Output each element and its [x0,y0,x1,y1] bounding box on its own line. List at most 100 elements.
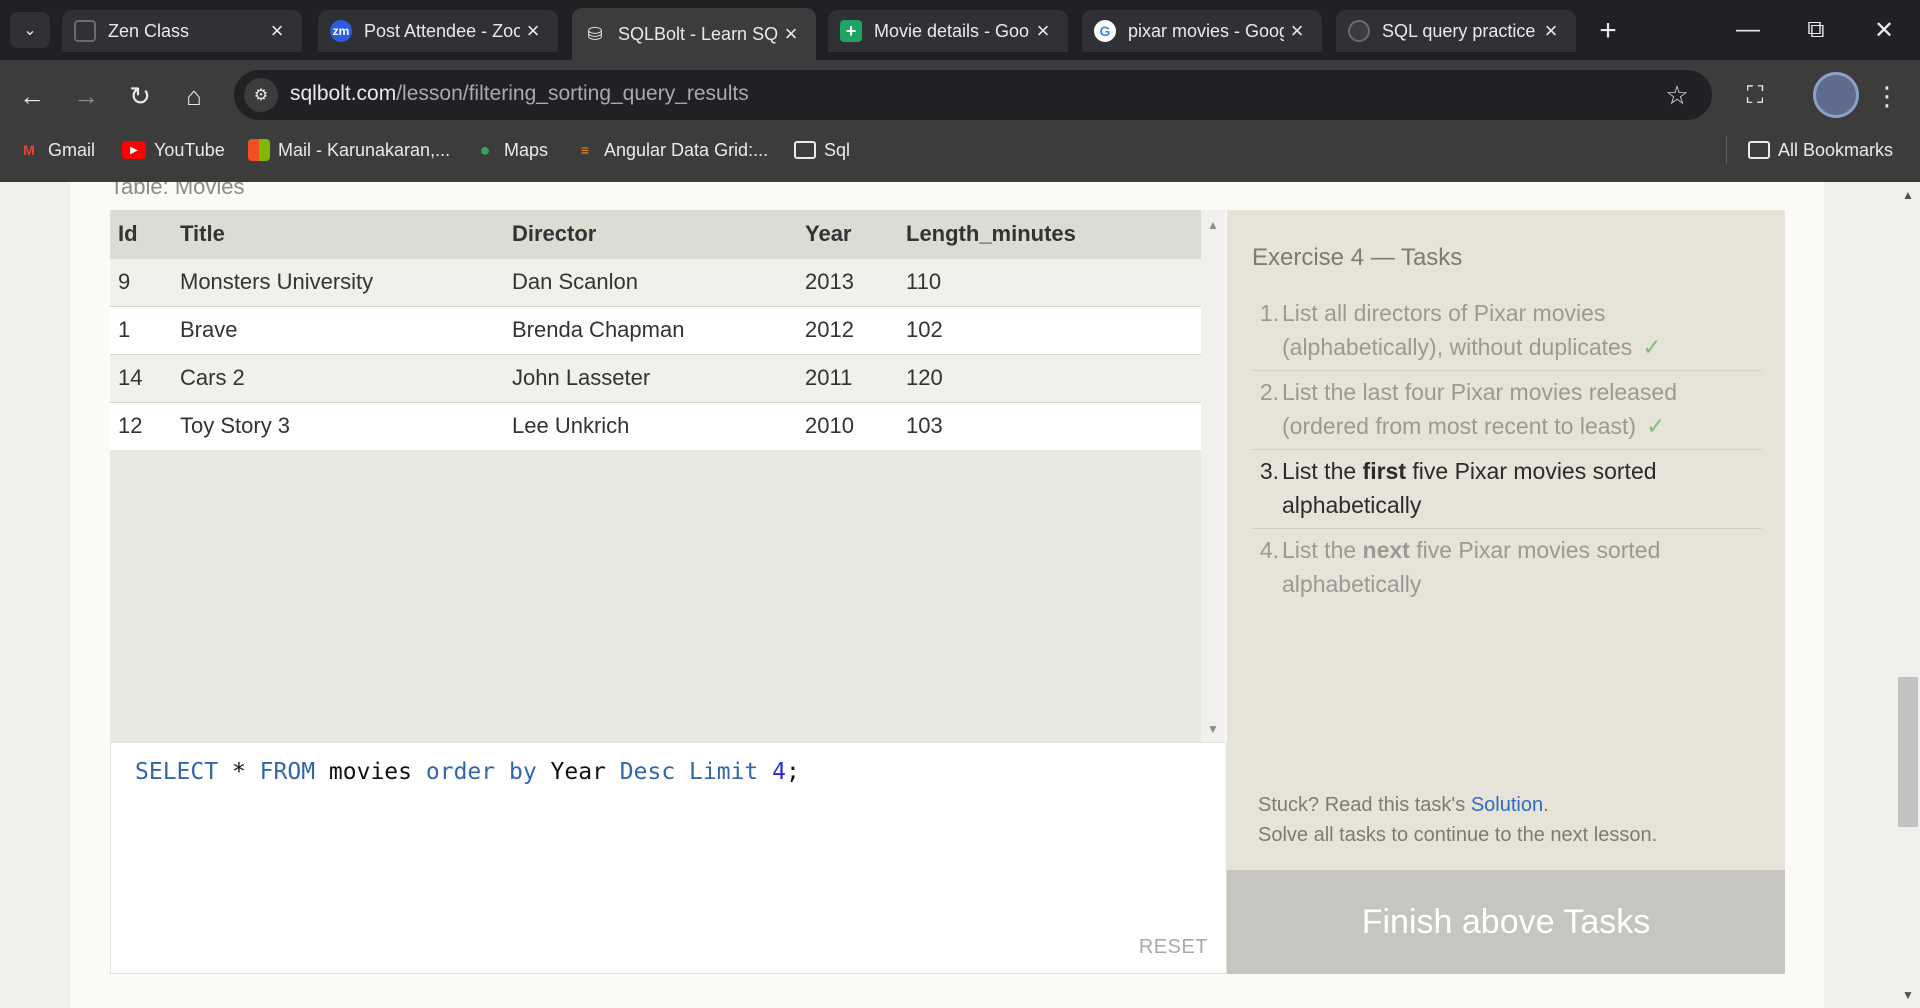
sql-keyword: Limit [689,759,759,785]
column-header: Length_minutes [898,210,1201,258]
task-text: List the first five Pixar movies sorted … [1282,454,1762,522]
solve-all-text: Solve all tasks to continue to the next … [1258,824,1658,846]
tab-sql-query-practice[interactable]: SQL query practice × [1336,10,1576,52]
table-row: 14 Cars 2 John Lasseter 2011 120 [110,353,1201,402]
sheets-icon: + [840,20,862,42]
tab-title: pixar movies - Google Search [1128,20,1284,41]
extensions-button[interactable]: ⛶ [1735,76,1775,116]
tab-zoom[interactable]: zm Post Attendee - Zoom × [318,10,558,52]
home-button[interactable]: ⌂ [174,76,214,116]
sql-number: 4 [772,759,787,785]
profile-avatar[interactable] [1813,72,1859,118]
bookmark-mail[interactable]: Mail - Karunakaran,... [248,136,450,164]
tab-title: Movie details - Google Sheets [874,20,1030,41]
sql-keyword: order [425,759,496,785]
tab-pixar-movies[interactable]: G pixar movies - Google Search × [1082,10,1322,52]
bookmarks-divider [1726,136,1727,164]
task-number: 3. [1259,458,1279,484]
page-scrollbar-thumb[interactable] [1898,677,1918,827]
reset-button[interactable]: RESET [1139,936,1208,959]
reload-button[interactable]: ↻ [120,76,160,116]
browser-menu-button[interactable]: ⋮ [1872,76,1902,116]
cell-length: 120 [898,353,1201,402]
database-icon: ⛁ [587,23,603,44]
task-text: List the last four Pixar movies released… [1282,375,1762,443]
task-list: 1. List all directors of Pixar movies (a… [1252,292,1762,607]
microsoft-icon [248,139,270,161]
maps-icon: ● [479,139,491,160]
column-header: Title [172,210,504,258]
task-label-emphasis: first [1362,458,1406,484]
bookmark-folder-sql[interactable]: Sql [794,136,850,164]
scroll-up-arrow-icon[interactable]: ▲ [1900,188,1916,202]
checkmark-icon: ✓ [1646,413,1666,439]
close-icon[interactable]: × [520,18,546,44]
more-vert-icon: ⋮ [1874,81,1900,111]
close-window-button[interactable]: ✕ [1850,0,1918,60]
table-row: 12 Toy Story 3 Lee Unkrich 2010 103 [110,401,1201,450]
sql-keyword: SELECT [135,759,219,785]
forward-button[interactable]: → [66,76,106,116]
solution-link[interactable]: Solution [1471,794,1543,816]
scroll-down-arrow-icon[interactable]: ▼ [1206,722,1220,736]
site-info-button[interactable]: ⚙ [244,78,278,112]
home-icon: ⌂ [186,80,202,111]
sql-editor[interactable]: SELECT * FROM movies order by Year Desc … [110,742,1227,974]
tab-search-button[interactable]: ⌄ [10,12,50,48]
bookmark-label: YouTube [154,139,225,160]
back-button[interactable]: ← [12,76,52,116]
tab-title: Zen Class [108,20,190,41]
finish-tasks-button[interactable]: Finish above Tasks [1227,870,1785,974]
tab-title: SQL query practice [1382,20,1536,41]
tab-zen-class[interactable]: Zen Class × [62,10,302,52]
scroll-down-arrow-icon[interactable]: ▼ [1900,988,1916,1002]
ag-grid-icon: ≡ [580,142,590,158]
bookmark-maps[interactable]: ● Maps [474,136,548,164]
task-item-3: 3. List the first five Pixar movies sort… [1252,450,1762,529]
close-icon[interactable]: × [1538,18,1564,44]
table-header-row: Id Title Director Year Length_minutes [110,210,1201,258]
cell-length: 102 [898,305,1201,354]
bookmark-angular-data-grid[interactable]: ≡ Angular Data Grid:... [574,136,768,164]
bookmark-star-button[interactable]: ☆ [1660,78,1694,112]
checkmark-icon: ✓ [1642,334,1662,360]
minimize-button[interactable]: — [1714,0,1782,60]
youtube-icon: ▶ [122,141,146,159]
cell-length: 103 [898,401,1201,450]
tab-sqlbolt[interactable]: ⛁ SQLBolt - Learn SQL × [572,8,816,60]
cell-title: Toy Story 3 [172,401,504,450]
cell-id: 9 [110,257,172,306]
tune-icon: ⚙ [253,87,269,104]
bookmark-label: Gmail [48,139,96,160]
bookmark-gmail[interactable]: M Gmail [18,136,95,164]
close-icon[interactable]: × [264,18,290,44]
task-number: 4. [1259,537,1279,563]
sql-query-text[interactable]: SELECT * FROM movies order by Year Desc … [135,759,800,785]
task-number: 1. [1259,300,1279,326]
github-icon [1348,20,1370,42]
page-scrollbar[interactable] [1896,182,1920,1008]
url-text[interactable]: sqlbolt.com/lesson/filtering_sorting_que… [290,82,749,106]
cell-title: Monsters University [172,257,504,306]
arrow-left-icon: ← [19,80,45,111]
task-label-pre: List the [1282,458,1363,484]
all-bookmarks-button[interactable]: All Bookmarks [1748,136,1893,164]
url-host: sqlbolt.com [290,82,397,105]
sql-token: * [231,759,246,785]
bookmark-label: Angular Data Grid:... [604,139,769,160]
tab-movie-details[interactable]: + Movie details - Google Sheets × [828,10,1068,52]
new-tab-button[interactable]: + [1590,14,1626,50]
bookmark-youtube[interactable]: ▶ YouTube [122,136,225,164]
close-icon[interactable]: × [1030,18,1056,44]
task-item-2: 2. List the last four Pixar movies relea… [1252,371,1762,450]
cell-year: 2010 [797,401,898,450]
close-icon[interactable]: × [778,21,804,47]
task-label-pre: List the [1282,537,1363,563]
minimize-icon: — [1736,16,1760,43]
cell-director: Brenda Chapman [504,305,797,354]
google-icon: G [1094,20,1116,42]
scroll-up-arrow-icon[interactable]: ▲ [1206,218,1220,232]
close-icon[interactable]: × [1284,18,1310,44]
restore-button[interactable]: ⧉ [1782,0,1850,60]
results-scrollbar[interactable] [1201,210,1225,742]
